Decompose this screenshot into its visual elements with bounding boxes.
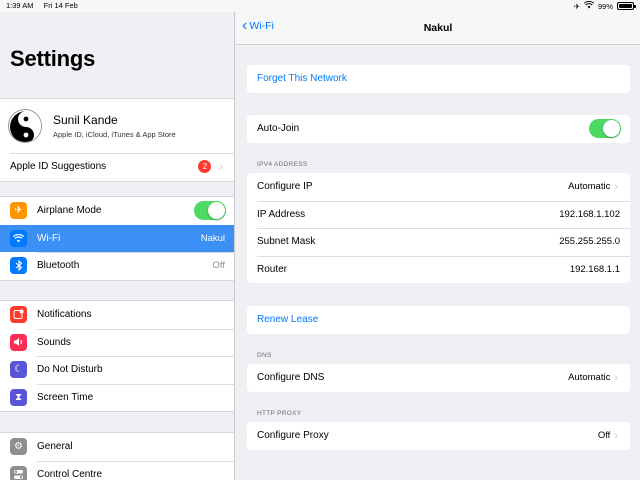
ipv4-section-header: IPV4 ADDRESS [257,161,308,168]
airplane-icon: ✈ [10,202,27,220]
forget-network-button[interactable]: Forget This Network [247,65,630,93]
sidebar-item-screen-time[interactable]: ⧗ Screen Time [0,383,234,412]
general-group: ⚙ General Control Centre [0,432,234,480]
connectivity-group: ✈ Airplane Mode Wi-Fi Nakul Bluetooth Of… [0,196,234,281]
battery-percent: 99% [597,1,613,11]
sidebar-item-label: Sounds [37,336,71,348]
page-title: Nakul [423,22,453,34]
notifications-group: Notifications Sounds ☾ Do Not Disturb ⧗ … [0,300,234,412]
apple-id-suggestions[interactable]: Apple ID Suggestions 2 › [0,153,234,181]
configure-ip-label: Configure IP [257,181,313,193]
sidebar-item-bluetooth[interactable]: Bluetooth Off [0,252,234,280]
moon-icon: ☾ [10,361,27,379]
configure-proxy-value: Off [597,430,611,442]
sidebar-item-airplane-mode[interactable]: ✈ Airplane Mode [0,197,234,225]
notifications-icon [10,306,27,324]
sidebar-item-label: Screen Time [37,391,94,403]
router-row: Router 192.168.1.1 [247,255,630,284]
sidebar-item-label: Airplane Mode [37,205,102,217]
navigation-bar: ‹ Wi-Fi Nakul [236,12,640,45]
configure-ip-row[interactable]: Configure IP Automatic › [247,173,630,201]
status-date: Fri 14 Feb [43,1,78,10]
wifi-network-value: Nakul [200,232,225,244]
status-time: 1:39 AM [6,1,34,10]
battery-icon [617,2,636,10]
auto-join-row: Auto-Join [247,115,630,143]
airplane-status-icon: ✈ [573,1,580,11]
sidebar-item-control-centre[interactable]: Control Centre [0,460,234,480]
suggestions-label: Apple ID Suggestions [10,161,107,173]
auto-join-toggle[interactable] [589,119,621,139]
hourglass-icon: ⧗ [10,388,27,406]
sidebar-item-label: Notifications [37,309,92,321]
bluetooth-value: Off [212,260,226,272]
chevron-right-icon: › [614,429,618,442]
ip-address-row: IP Address 192.168.1.102 [247,200,630,229]
sidebar-item-do-not-disturb[interactable]: ☾ Do Not Disturb [0,356,234,384]
configure-proxy-row[interactable]: Configure Proxy Off › [247,422,630,450]
dns-group: Configure DNS Automatic › [247,364,630,392]
avatar [8,109,42,143]
sidebar-item-sounds[interactable]: Sounds [0,328,234,357]
renew-group: Renew Lease [247,306,630,334]
suggestions-badge: 2 [198,160,212,174]
wifi-status-icon [583,0,595,11]
settings-sidebar: Settings Sunil Kande Apple ID, iCloud, i… [0,12,235,480]
ip-address-label: IP Address [257,208,306,220]
sidebar-item-label: General [37,441,73,453]
ip-address-value: 192.168.1.102 [559,208,620,220]
settings-title: Settings [10,46,96,71]
renew-lease-button[interactable]: Renew Lease [247,306,630,334]
sidebar-item-notifications[interactable]: Notifications [0,301,234,329]
wifi-detail-pane: ‹ Wi-Fi Nakul Forget This Network Auto-J… [236,12,640,480]
subnet-mask-label: Subnet Mask [257,236,316,248]
http-proxy-section-header: HTTP PROXY [257,410,302,417]
subnet-mask-value: 255.255.255.0 [559,236,620,248]
ipv4-group: Configure IP Automatic › IP Address 192.… [247,173,630,283]
sounds-icon [10,333,27,351]
configure-dns-row[interactable]: Configure DNS Automatic › [247,364,630,392]
configure-proxy-label: Configure Proxy [257,430,329,442]
profile-name: Sunil Kande [53,113,118,127]
subnet-mask-row: Subnet Mask 255.255.255.0 [247,228,630,256]
configure-ip-value: Automatic [568,181,611,193]
renew-lease-label: Renew Lease [257,314,319,326]
sidebar-item-label: Do Not Disturb [37,364,103,376]
bluetooth-icon [10,257,27,275]
sidebar-item-label: Control Centre [37,468,103,480]
wifi-icon [10,229,27,247]
status-bar: 1:39 AM Fri 14 Feb ✈ 99% [0,0,640,12]
configure-dns-value: Automatic [568,372,611,384]
router-label: Router [257,263,288,275]
sidebar-item-general[interactable]: ⚙ General [0,433,234,461]
forget-group: Forget This Network [247,65,630,93]
account-group: Sunil Kande Apple ID, iCloud, iTunes & A… [0,98,234,182]
control-centre-icon [10,465,27,480]
chevron-right-icon: › [614,180,618,193]
auto-join-label: Auto-Join [257,123,300,135]
configure-dns-label: Configure DNS [257,372,325,384]
router-value: 192.168.1.1 [569,263,620,275]
auto-join-group: Auto-Join [247,115,630,143]
gear-icon: ⚙ [10,438,27,456]
chevron-right-icon: › [614,371,618,384]
profile-subtitle: Apple ID, iCloud, iTunes & App Store [53,130,176,139]
sidebar-item-label: Bluetooth [37,260,80,272]
forget-network-label: Forget This Network [257,73,347,85]
sidebar-item-wifi[interactable]: Wi-Fi Nakul [0,224,234,252]
dns-section-header: DNS [257,352,272,359]
chevron-right-icon: › [219,160,223,173]
airplane-mode-toggle[interactable] [194,201,226,221]
apple-id-profile[interactable]: Sunil Kande Apple ID, iCloud, iTunes & A… [0,99,234,153]
sidebar-item-label: Wi-Fi [37,232,61,244]
proxy-group: Configure Proxy Off › [247,422,630,450]
